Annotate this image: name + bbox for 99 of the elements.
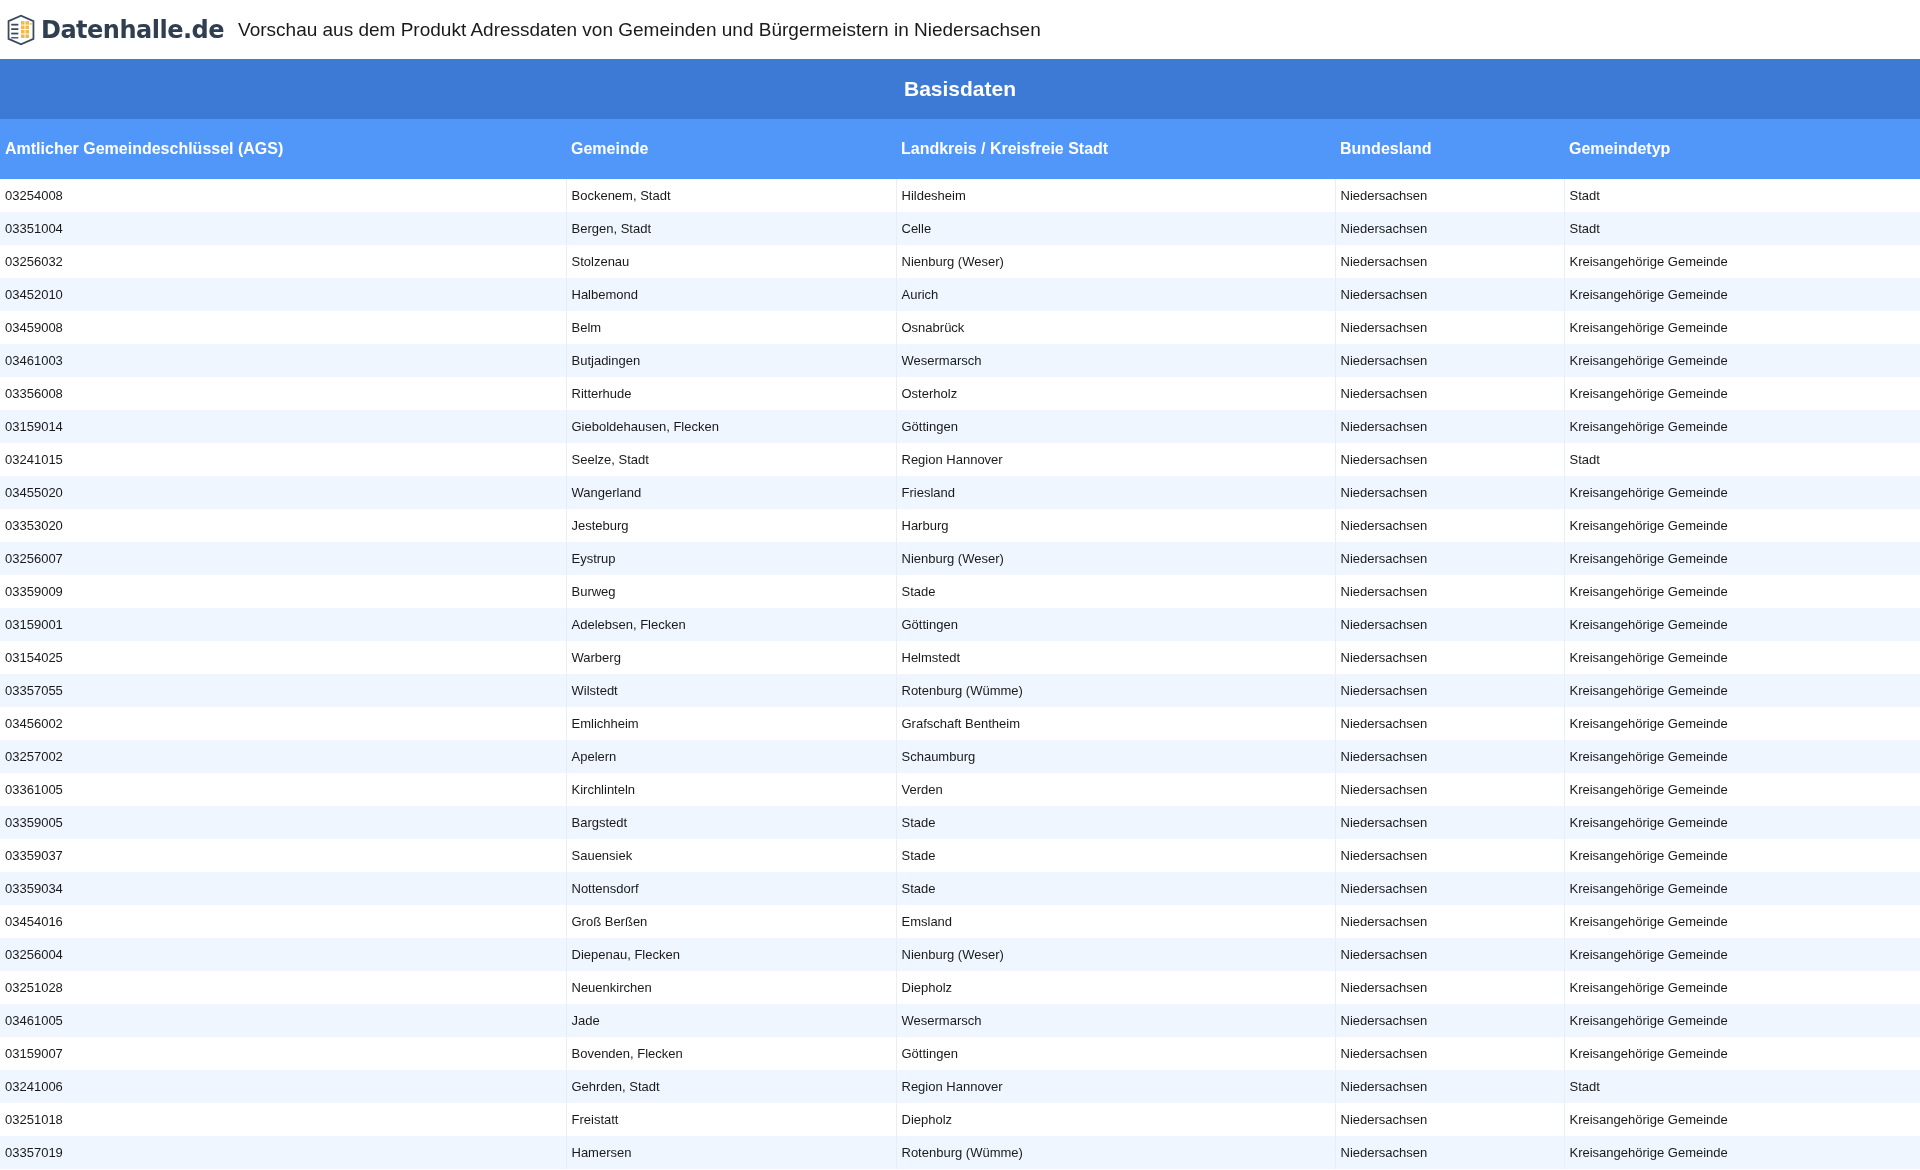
table-cell: Kreisangehörige Gemeinde bbox=[1564, 278, 1920, 311]
table-cell: 03241006 bbox=[0, 1070, 566, 1103]
table-cell: Niedersachsen bbox=[1335, 410, 1564, 443]
table-cell: Niedersachsen bbox=[1335, 872, 1564, 905]
table-cell: Aurich bbox=[896, 278, 1335, 311]
table-cell: Rotenburg (Wümme) bbox=[896, 674, 1335, 707]
table-cell: Hamersen bbox=[566, 1136, 896, 1169]
table-cell: Niedersachsen bbox=[1335, 1136, 1564, 1169]
table-cell: 03357055 bbox=[0, 674, 566, 707]
table-cell: Bergen, Stadt bbox=[566, 212, 896, 245]
table-cell: Bargstedt bbox=[566, 806, 896, 839]
table-cell: Stadt bbox=[1564, 179, 1920, 212]
column-header: Bundesland bbox=[1335, 119, 1564, 179]
table-cell: Niedersachsen bbox=[1335, 278, 1564, 311]
table-cell: Adelebsen, Flecken bbox=[566, 608, 896, 641]
column-header: Landkreis / Kreisfreie Stadt bbox=[896, 119, 1335, 179]
table-cell: Gehrden, Stadt bbox=[566, 1070, 896, 1103]
table-cell: 03159001 bbox=[0, 608, 566, 641]
table-cell: Göttingen bbox=[896, 608, 1335, 641]
table-cell: Stade bbox=[896, 872, 1335, 905]
table-cell: 03359005 bbox=[0, 806, 566, 839]
table-cell: 03256007 bbox=[0, 542, 566, 575]
table-cell: Kreisangehörige Gemeinde bbox=[1564, 674, 1920, 707]
logo-text[interactable]: Datenhalle.de bbox=[41, 15, 225, 44]
table-cell: Niedersachsen bbox=[1335, 542, 1564, 575]
table-cell: Kreisangehörige Gemeinde bbox=[1564, 1004, 1920, 1037]
table-cell: Gieboldehausen, Flecken bbox=[566, 410, 896, 443]
table-cell: Kreisangehörige Gemeinde bbox=[1564, 1136, 1920, 1169]
table-cell: Stade bbox=[896, 806, 1335, 839]
column-header: Amtlicher Gemeindeschlüssel (AGS) bbox=[0, 119, 566, 179]
table-cell: Halbemond bbox=[566, 278, 896, 311]
page-title: Vorschau aus dem Produkt Adressdaten von Gemeinden und Bürgermeistern in Niedersachsen bbox=[238, 18, 1041, 41]
table-cell: 03461003 bbox=[0, 344, 566, 377]
table-cell: Nottensdorf bbox=[566, 872, 896, 905]
table-cell: Kreisangehörige Gemeinde bbox=[1564, 1103, 1920, 1136]
table-cell: Butjadingen bbox=[566, 344, 896, 377]
table-cell: 03455020 bbox=[0, 476, 566, 509]
table-cell: Rotenburg (Wümme) bbox=[896, 1136, 1335, 1169]
table-cell: Jade bbox=[566, 1004, 896, 1037]
table-cell: Niedersachsen bbox=[1335, 344, 1564, 377]
table-cell: Kreisangehörige Gemeinde bbox=[1564, 839, 1920, 872]
table-cell: Niedersachsen bbox=[1335, 938, 1564, 971]
table-cell: Kreisangehörige Gemeinde bbox=[1564, 410, 1920, 443]
table-cell: Stadt bbox=[1564, 443, 1920, 476]
table-cell: Kreisangehörige Gemeinde bbox=[1564, 575, 1920, 608]
table-cell: Kreisangehörige Gemeinde bbox=[1564, 344, 1920, 377]
table-cell: Region Hannover bbox=[896, 1070, 1335, 1103]
table-cell: Niedersachsen bbox=[1335, 674, 1564, 707]
table-cell: Apelern bbox=[566, 740, 896, 773]
table-cell: Nienburg (Weser) bbox=[896, 542, 1335, 575]
table-cell: Niedersachsen bbox=[1335, 1004, 1564, 1037]
table-cell: 03357019 bbox=[0, 1136, 566, 1169]
table-cell: Wesermarsch bbox=[896, 1004, 1335, 1037]
table-cell: Kreisangehörige Gemeinde bbox=[1564, 377, 1920, 410]
table-cell: Diepenau, Flecken bbox=[566, 938, 896, 971]
table-cell: Niedersachsen bbox=[1335, 1070, 1564, 1103]
table-cell: 03159014 bbox=[0, 410, 566, 443]
table-cell: Wangerland bbox=[566, 476, 896, 509]
table-cell: Niedersachsen bbox=[1335, 212, 1564, 245]
table-cell: 03351004 bbox=[0, 212, 566, 245]
column-header: Gemeinde bbox=[566, 119, 896, 179]
table-cell: Niedersachsen bbox=[1335, 608, 1564, 641]
table-cell: Wilstedt bbox=[566, 674, 896, 707]
table-cell: Kreisangehörige Gemeinde bbox=[1564, 872, 1920, 905]
table-cell: Kreisangehörige Gemeinde bbox=[1564, 707, 1920, 740]
table-cell: Kreisangehörige Gemeinde bbox=[1564, 311, 1920, 344]
table-cell: Celle bbox=[896, 212, 1335, 245]
table-cell: 03257002 bbox=[0, 740, 566, 773]
table-caption: Basisdaten bbox=[0, 59, 1920, 119]
table-cell: Niedersachsen bbox=[1335, 476, 1564, 509]
table-cell: 03256004 bbox=[0, 938, 566, 971]
table-cell: Kreisangehörige Gemeinde bbox=[1564, 938, 1920, 971]
table-cell: 03452010 bbox=[0, 278, 566, 311]
table-cell: Kreisangehörige Gemeinde bbox=[1564, 245, 1920, 278]
table-cell: Stadt bbox=[1564, 212, 1920, 245]
table-cell: Göttingen bbox=[896, 410, 1335, 443]
table-cell: Eystrup bbox=[566, 542, 896, 575]
table-cell: Kreisangehörige Gemeinde bbox=[1564, 641, 1920, 674]
table-cell: Kreisangehörige Gemeinde bbox=[1564, 1037, 1920, 1070]
server-cube-logo-icon bbox=[5, 13, 37, 46]
column-header: Gemeindetyp bbox=[1564, 119, 1920, 179]
table-cell: Stadt bbox=[1564, 1070, 1920, 1103]
table-cell: Kreisangehörige Gemeinde bbox=[1564, 608, 1920, 641]
table-cell: Niedersachsen bbox=[1335, 806, 1564, 839]
table-cell: Wesermarsch bbox=[896, 344, 1335, 377]
table-cell: Schaumburg bbox=[896, 740, 1335, 773]
table-cell: Kreisangehörige Gemeinde bbox=[1564, 773, 1920, 806]
table-cell: Kreisangehörige Gemeinde bbox=[1564, 971, 1920, 1004]
table-cell: Kreisangehörige Gemeinde bbox=[1564, 806, 1920, 839]
table-cell: Kreisangehörige Gemeinde bbox=[1564, 476, 1920, 509]
table-cell: 03359034 bbox=[0, 872, 566, 905]
table-cell: Kreisangehörige Gemeinde bbox=[1564, 740, 1920, 773]
table-cell: Nienburg (Weser) bbox=[896, 938, 1335, 971]
table-cell: Friesland bbox=[896, 476, 1335, 509]
table-cell: Niedersachsen bbox=[1335, 740, 1564, 773]
table-cell: Kreisangehörige Gemeinde bbox=[1564, 509, 1920, 542]
table-cell: 03461005 bbox=[0, 1004, 566, 1037]
table-cell: Kreisangehörige Gemeinde bbox=[1564, 542, 1920, 575]
table-cell: Kreisangehörige Gemeinde bbox=[1564, 905, 1920, 938]
